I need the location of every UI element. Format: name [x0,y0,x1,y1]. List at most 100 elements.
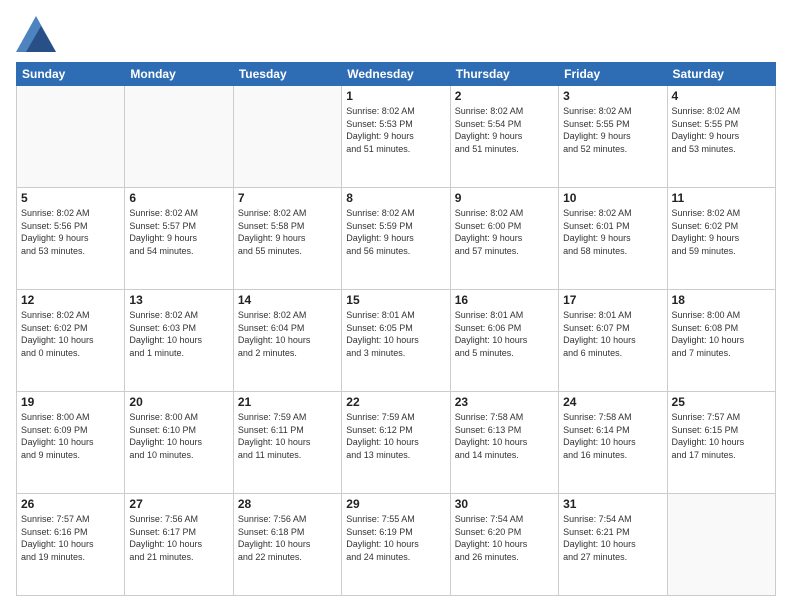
cell-info: Sunrise: 7:54 AM Sunset: 6:21 PM Dayligh… [563,513,662,563]
cell-day-number: 15 [346,293,445,307]
calendar-cell: 23 Sunrise: 7:58 AM Sunset: 6:13 PM Dayli… [450,392,558,494]
cell-day-number: 5 [21,191,120,205]
week-row-5: 26 Sunrise: 7:57 AM Sunset: 6:16 PM Dayli… [17,494,776,596]
cell-info: Sunrise: 8:02 AM Sunset: 6:02 PM Dayligh… [672,207,771,257]
cell-info: Sunrise: 7:59 AM Sunset: 6:11 PM Dayligh… [238,411,337,461]
cell-day-number: 8 [346,191,445,205]
calendar-cell: 3 Sunrise: 8:02 AM Sunset: 5:55 PM Daylig… [559,86,667,188]
cell-day-number: 10 [563,191,662,205]
week-row-1: 1 Sunrise: 8:02 AM Sunset: 5:53 PM Daylig… [17,86,776,188]
cell-info: Sunrise: 7:57 AM Sunset: 6:16 PM Dayligh… [21,513,120,563]
cell-info: Sunrise: 8:02 AM Sunset: 5:57 PM Dayligh… [129,207,228,257]
calendar-cell: 13 Sunrise: 8:02 AM Sunset: 6:03 PM Dayli… [125,290,233,392]
calendar-cell: 11 Sunrise: 8:02 AM Sunset: 6:02 PM Dayli… [667,188,775,290]
week-row-4: 19 Sunrise: 8:00 AM Sunset: 6:09 PM Dayli… [17,392,776,494]
calendar-cell: 7Sunrise: 8:02 AM Sunset: 5:58 PM Daylig… [233,188,341,290]
cell-day-number: 2 [455,89,554,103]
cell-day-number: 28 [238,497,337,511]
cell-day-number: 3 [563,89,662,103]
calendar-cell: 6 Sunrise: 8:02 AM Sunset: 5:57 PM Daylig… [125,188,233,290]
cell-day-number: 26 [21,497,120,511]
cell-day-number: 20 [129,395,228,409]
cell-day-number: 30 [455,497,554,511]
cell-info: Sunrise: 8:02 AM Sunset: 5:55 PM Dayligh… [672,105,771,155]
cell-day-number: 11 [672,191,771,205]
cell-info: Sunrise: 8:01 AM Sunset: 6:05 PM Dayligh… [346,309,445,359]
cell-day-number: 29 [346,497,445,511]
calendar-cell: 29 Sunrise: 7:55 AM Sunset: 6:19 PM Dayli… [342,494,450,596]
cell-info: Sunrise: 7:57 AM Sunset: 6:15 PM Dayligh… [672,411,771,461]
cell-day-number: 9 [455,191,554,205]
calendar-cell: 8 Sunrise: 8:02 AM Sunset: 5:59 PM Daylig… [342,188,450,290]
cell-info: Sunrise: 8:02 AM Sunset: 6:01 PM Dayligh… [563,207,662,257]
cell-day-number: 21 [238,395,337,409]
cell-info: Sunrise: 7:56 AM Sunset: 6:17 PM Dayligh… [129,513,228,563]
cell-info: Sunrise: 7:55 AM Sunset: 6:19 PM Dayligh… [346,513,445,563]
page: SundayMondayTuesdayWednesdayThursdayFrid… [0,0,792,612]
header-cell-thursday: Thursday [450,63,558,86]
cell-day-number: 7 [238,191,337,205]
cell-day-number: 24 [563,395,662,409]
cell-info: Sunrise: 8:00 AM Sunset: 6:08 PM Dayligh… [672,309,771,359]
calendar-cell: 24 Sunrise: 7:58 AM Sunset: 6:14 PM Dayli… [559,392,667,494]
cell-info: Sunrise: 8:02 AM Sunset: 6:00 PM Dayligh… [455,207,554,257]
calendar-cell: 12 Sunrise: 8:02 AM Sunset: 6:02 PM Dayli… [17,290,125,392]
calendar-cell: 22 Sunrise: 7:59 AM Sunset: 6:12 PM Dayli… [342,392,450,494]
calendar-cell [667,494,775,596]
calendar-cell: 18Sunrise: 8:00 AM Sunset: 6:08 PM Dayli… [667,290,775,392]
calendar-cell [17,86,125,188]
header-cell-tuesday: Tuesday [233,63,341,86]
header-cell-saturday: Saturday [667,63,775,86]
cell-info: Sunrise: 8:00 AM Sunset: 6:10 PM Dayligh… [129,411,228,461]
cell-info: Sunrise: 7:54 AM Sunset: 6:20 PM Dayligh… [455,513,554,563]
header-cell-sunday: Sunday [17,63,125,86]
calendar-cell: 9 Sunrise: 8:02 AM Sunset: 6:00 PM Daylig… [450,188,558,290]
cell-day-number: 19 [21,395,120,409]
cell-info: Sunrise: 7:58 AM Sunset: 6:13 PM Dayligh… [455,411,554,461]
calendar-cell: 19 Sunrise: 8:00 AM Sunset: 6:09 PM Dayli… [17,392,125,494]
week-row-2: 5 Sunrise: 8:02 AM Sunset: 5:56 PM Daylig… [17,188,776,290]
header [16,16,776,52]
cell-info: Sunrise: 8:02 AM Sunset: 5:59 PM Dayligh… [346,207,445,257]
calendar-cell [125,86,233,188]
calendar-cell: 15 Sunrise: 8:01 AM Sunset: 6:05 PM Dayli… [342,290,450,392]
cell-info: Sunrise: 8:01 AM Sunset: 6:07 PM Dayligh… [563,309,662,359]
calendar-cell: 30 Sunrise: 7:54 AM Sunset: 6:20 PM Dayli… [450,494,558,596]
calendar-cell: 5 Sunrise: 8:02 AM Sunset: 5:56 PM Daylig… [17,188,125,290]
calendar-cell: 26 Sunrise: 7:57 AM Sunset: 6:16 PM Dayli… [17,494,125,596]
cell-info: Sunrise: 7:56 AM Sunset: 6:18 PM Dayligh… [238,513,337,563]
calendar-cell: 28 Sunrise: 7:56 AM Sunset: 6:18 PM Dayli… [233,494,341,596]
cell-info: Sunrise: 8:02 AM Sunset: 6:03 PM Dayligh… [129,309,228,359]
cell-info: Sunrise: 8:02 AM Sunset: 6:02 PM Dayligh… [21,309,120,359]
calendar-cell: 17Sunrise: 8:01 AM Sunset: 6:07 PM Dayli… [559,290,667,392]
calendar-cell: 2 Sunrise: 8:02 AM Sunset: 5:54 PM Daylig… [450,86,558,188]
calendar-cell: 10 Sunrise: 8:02 AM Sunset: 6:01 PM Dayli… [559,188,667,290]
header-cell-wednesday: Wednesday [342,63,450,86]
cell-info: Sunrise: 8:00 AM Sunset: 6:09 PM Dayligh… [21,411,120,461]
cell-day-number: 23 [455,395,554,409]
calendar-cell: 21 Sunrise: 7:59 AM Sunset: 6:11 PM Dayli… [233,392,341,494]
cell-info: Sunrise: 8:02 AM Sunset: 6:04 PM Dayligh… [238,309,337,359]
cell-day-number: 16 [455,293,554,307]
cell-day-number: 12 [21,293,120,307]
cell-info: Sunrise: 8:02 AM Sunset: 5:56 PM Dayligh… [21,207,120,257]
calendar-cell: 4 Sunrise: 8:02 AM Sunset: 5:55 PM Daylig… [667,86,775,188]
header-row: SundayMondayTuesdayWednesdayThursdayFrid… [17,63,776,86]
cell-day-number: 1 [346,89,445,103]
cell-info: Sunrise: 8:02 AM Sunset: 5:55 PM Dayligh… [563,105,662,155]
cell-info: Sunrise: 8:02 AM Sunset: 5:53 PM Dayligh… [346,105,445,155]
logo-icon [16,16,56,52]
calendar-cell: 20 Sunrise: 8:00 AM Sunset: 6:10 PM Dayli… [125,392,233,494]
calendar-cell: 31Sunrise: 7:54 AM Sunset: 6:21 PM Dayli… [559,494,667,596]
cell-day-number: 6 [129,191,228,205]
cell-day-number: 22 [346,395,445,409]
cell-info: Sunrise: 7:59 AM Sunset: 6:12 PM Dayligh… [346,411,445,461]
cell-day-number: 13 [129,293,228,307]
calendar-table: SundayMondayTuesdayWednesdayThursdayFrid… [16,62,776,596]
week-row-3: 12 Sunrise: 8:02 AM Sunset: 6:02 PM Dayli… [17,290,776,392]
cell-info: Sunrise: 7:58 AM Sunset: 6:14 PM Dayligh… [563,411,662,461]
cell-info: Sunrise: 8:01 AM Sunset: 6:06 PM Dayligh… [455,309,554,359]
cell-info: Sunrise: 8:02 AM Sunset: 5:54 PM Dayligh… [455,105,554,155]
calendar-cell: 1 Sunrise: 8:02 AM Sunset: 5:53 PM Daylig… [342,86,450,188]
cell-day-number: 4 [672,89,771,103]
